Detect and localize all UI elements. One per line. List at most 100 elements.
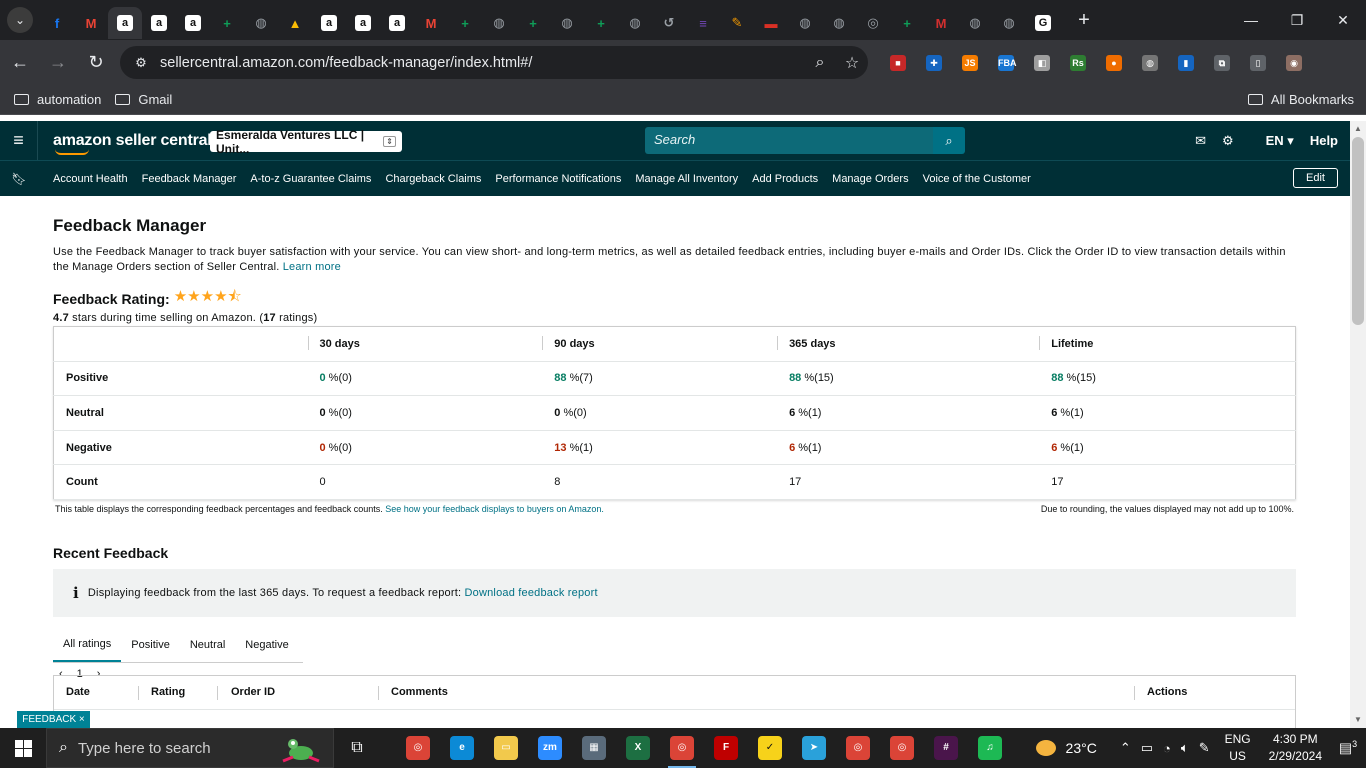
address-bar[interactable]: ⚙ sellercentral.amazon.com/feedback-mana… (120, 46, 868, 79)
edge-icon[interactable]: e (440, 728, 484, 768)
notifications-icon[interactable]: ▤3 (1330, 739, 1366, 757)
search-button[interactable]: ⌕ (933, 127, 965, 154)
scroll-thumb[interactable] (1352, 137, 1364, 325)
weather-widget[interactable]: 23°C (1035, 740, 1097, 756)
nav-link-performance-notifications[interactable]: Performance Notifications (495, 173, 621, 185)
browser-tab[interactable]: a (312, 7, 346, 39)
language-selector[interactable]: EN ▾ (1250, 133, 1294, 149)
menu-hamburger-icon[interactable]: ≡ (0, 121, 38, 160)
browser-tab[interactable]: ◍ (482, 7, 516, 39)
mail-icon[interactable]: ✉ (1195, 133, 1206, 149)
browser-tab[interactable]: ◍ (618, 7, 652, 39)
nav-link-add-products[interactable]: Add Products (752, 173, 818, 185)
browser-tab[interactable]: ◍ (822, 7, 856, 39)
url-text[interactable]: sellercentral.amazon.com/feedback-manage… (160, 55, 804, 71)
bookmark-icon[interactable]: 🔖︎ (0, 172, 38, 186)
browser-tab[interactable]: M (74, 7, 108, 39)
telegram-icon[interactable]: ➤ (792, 728, 836, 768)
browser-tab[interactable]: a (346, 7, 380, 39)
sidepanel-icon[interactable]: ▯ (1240, 40, 1276, 85)
input-language[interactable]: ENG US (1225, 731, 1251, 765)
ext-globe-icon[interactable]: ◍ (1132, 40, 1168, 85)
start-windows-icon[interactable] (0, 728, 46, 768)
calculator-icon[interactable]: ▦ (572, 728, 616, 768)
nav-link-a-to-z-guarantee-claims[interactable]: A-to-z Guarantee Claims (250, 173, 371, 185)
ext-js-icon[interactable]: JS (952, 40, 988, 85)
all-bookmarks-button[interactable]: All Bookmarks (1247, 92, 1354, 107)
nav-link-feedback-manager[interactable]: Feedback Manager (142, 173, 237, 185)
minimize-icon[interactable]: — (1228, 0, 1274, 40)
chrome-profile-icon[interactable]: ◎ (660, 728, 704, 768)
browser-tab[interactable]: + (584, 7, 618, 39)
profile-avatar-icon[interactable]: ◉ (1276, 40, 1312, 85)
browser-tab[interactable]: ≡ (686, 7, 720, 39)
slack-icon[interactable]: # (924, 728, 968, 768)
account-selector[interactable]: Esmeralda Ventures LLC | Unit... ⇕ (210, 128, 402, 156)
ext-rs-icon[interactable]: Rs (1060, 40, 1096, 85)
chrome-profile-icon[interactable]: ◎ (836, 728, 880, 768)
nav-link-manage-orders[interactable]: Manage Orders (832, 173, 908, 185)
scroll-down-icon[interactable]: ▼ (1350, 712, 1366, 728)
chrome-icon[interactable]: ◎ (396, 728, 440, 768)
bookmark-folder-gmail[interactable]: Gmail (115, 92, 172, 107)
browser-tab[interactable]: ◎ (856, 7, 890, 39)
bookmark-folder-automation[interactable]: automation (14, 92, 101, 107)
clock[interactable]: 4:30 PM 2/29/2024 (1269, 731, 1322, 765)
edit-nav-button[interactable]: Edit (1293, 168, 1338, 188)
sticky-notes-icon[interactable]: ✓ (748, 728, 792, 768)
ext-orange-icon[interactable]: ● (1096, 40, 1132, 85)
new-tab-button[interactable]: + (1070, 9, 1098, 32)
browser-tab[interactable]: ▲ (278, 7, 312, 39)
col-comments[interactable]: Comments (391, 686, 448, 698)
restore-icon[interactable]: ❐ (1274, 0, 1320, 40)
tab-search-chevron-icon[interactable]: ⌄ (7, 7, 33, 33)
feedback-badge[interactable]: FEEDBACK × (17, 711, 90, 728)
ext-blue-icon[interactable]: ✚ (916, 40, 952, 85)
browser-tab[interactable]: + (516, 7, 550, 39)
close-window-icon[interactable]: ✕ (1320, 0, 1366, 40)
nav-link-account-health[interactable]: Account Health (53, 173, 128, 185)
browser-tab[interactable]: + (890, 7, 924, 39)
browser-tab[interactable]: + (210, 7, 244, 39)
browser-tab[interactable]: f (40, 7, 74, 39)
browser-tab[interactable]: ◍ (788, 7, 822, 39)
browser-tab[interactable]: ◍ (244, 7, 278, 39)
browser-tab[interactable]: M (414, 7, 448, 39)
back-button[interactable]: ← (2, 45, 38, 81)
zoom-icon[interactable]: ⌕ (804, 54, 836, 72)
bookmark-star-icon[interactable]: ☆ (836, 53, 868, 73)
browser-tab[interactable]: a (176, 7, 210, 39)
excel-icon[interactable]: X (616, 728, 660, 768)
browser-tab[interactable]: G (1026, 7, 1060, 39)
ext-doc-icon[interactable]: ◧ (1024, 40, 1060, 85)
wifi-icon[interactable]: ◔ (1163, 741, 1171, 756)
ext-chart-icon[interactable]: ▮ (1168, 40, 1204, 85)
filezilla-icon[interactable]: F (704, 728, 748, 768)
taskbar-search[interactable]: ⌕ Type here to search (46, 728, 334, 768)
task-view-icon[interactable]: ⧉ (334, 728, 380, 768)
browser-tab[interactable]: ✎ (720, 7, 754, 39)
col-order-id[interactable]: Order ID (231, 686, 275, 698)
browser-tab[interactable]: a (380, 7, 414, 39)
battery-icon[interactable]: ▭ (1141, 740, 1153, 756)
filter-tab-neutral[interactable]: Neutral (180, 628, 235, 662)
chrome-profile-icon[interactable]: ◎ (880, 728, 924, 768)
nav-link-manage-all-inventory[interactable]: Manage All Inventory (635, 173, 738, 185)
seller-central-logo[interactable]: amazon seller central (53, 132, 212, 155)
gear-icon[interactable]: ⚙ (1222, 133, 1234, 149)
browser-tab[interactable]: M (924, 7, 958, 39)
scroll-up-icon[interactable]: ▲ (1350, 121, 1366, 137)
browser-tab[interactable]: ↺ (652, 7, 686, 39)
ext-fba-icon[interactable]: FBA (988, 40, 1024, 85)
reload-button[interactable]: ↻ (78, 45, 114, 81)
browser-tab[interactable]: ◍ (992, 7, 1026, 39)
browser-tab[interactable]: a (108, 7, 142, 39)
filter-tab-positive[interactable]: Positive (121, 628, 180, 662)
col-date[interactable]: Date (66, 686, 90, 698)
site-settings-icon[interactable]: ⚙ (126, 55, 156, 71)
zoom-icon[interactable]: zm (528, 728, 572, 768)
download-report-link[interactable]: Download feedback report (465, 587, 598, 599)
chevron-up-icon[interactable]: ⌃ (1120, 740, 1131, 756)
browser-tab[interactable]: ▬ (754, 7, 788, 39)
ext-red-icon[interactable]: ■ (880, 40, 916, 85)
